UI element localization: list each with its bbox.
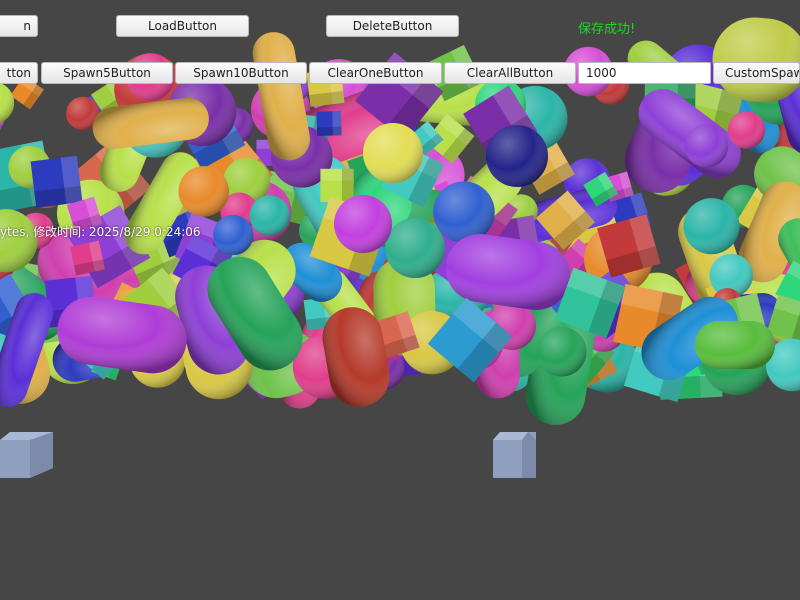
custom-spawn-button[interactable]: CustomSpawn — [713, 62, 800, 84]
spawn5-button[interactable]: Spawn5Button — [41, 62, 173, 84]
partial-button-row1[interactable]: n — [0, 15, 38, 37]
delete-button[interactable]: DeleteButton — [326, 15, 459, 37]
floor-cube-right — [493, 432, 536, 478]
clear-one-button[interactable]: ClearOneButton — [309, 62, 442, 84]
load-button[interactable]: LoadButton — [116, 15, 249, 37]
spawn10-button[interactable]: Spawn10Button — [175, 62, 307, 84]
file-info-text: ytes, 修改时间: 2025/8/29 0:24:06 — [0, 225, 201, 239]
game-viewport — [0, 17, 800, 478]
spawn-count-input[interactable]: 1000 — [578, 62, 711, 84]
floor-cube-left — [0, 432, 53, 478]
save-status-text: 保存成功! — [578, 22, 636, 37]
clear-all-button[interactable]: ClearAllButton — [444, 62, 576, 84]
partial-button-row2[interactable]: tton — [0, 62, 38, 84]
